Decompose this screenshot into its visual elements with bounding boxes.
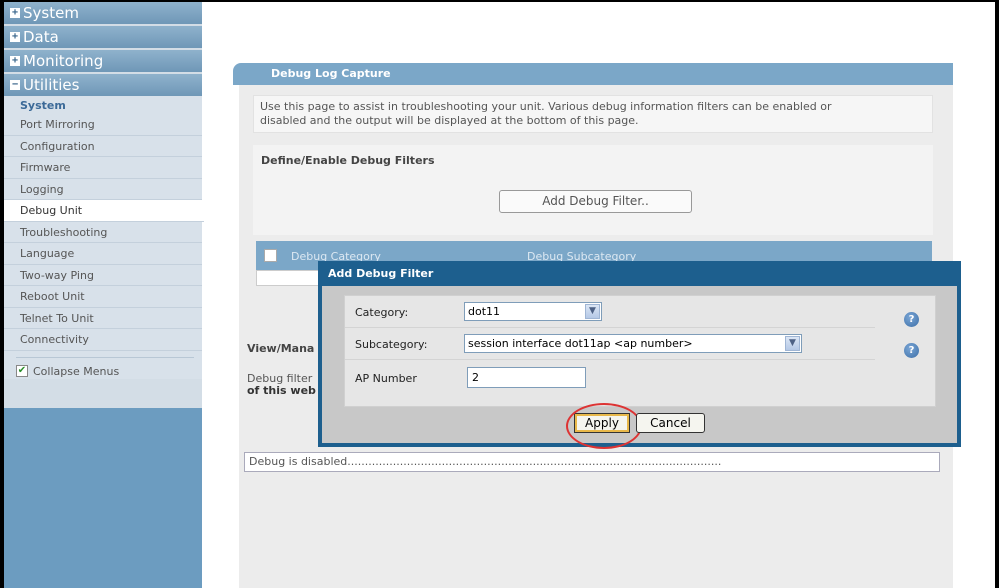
ap-number-label: AP Number — [355, 372, 417, 385]
highlight-circle-annotation — [566, 403, 642, 449]
nav-section-data[interactable]: + Data — [4, 26, 202, 48]
subcategory-select[interactable]: session interface dot11ap <ap number> ▼ — [464, 334, 802, 353]
debug-output-field[interactable]: Debug is disabled.......................… — [244, 452, 940, 472]
ap-number-input[interactable]: 2 — [467, 367, 586, 388]
chevron-down-icon[interactable]: ▼ — [785, 336, 800, 351]
help-icon[interactable]: ? — [904, 343, 919, 358]
sidebar-item-telnet-to-unit[interactable]: Telnet To Unit — [4, 308, 202, 329]
section-heading: Define/Enable Debug Filters — [261, 154, 435, 167]
sidebar-item-port-mirroring[interactable]: Port Mirroring — [4, 114, 202, 136]
table-row — [256, 270, 326, 286]
expand-icon: + — [10, 7, 20, 18]
add-debug-filter-button[interactable]: Add Debug Filter.. — [499, 190, 692, 213]
nav-section-label: Data — [23, 28, 59, 46]
sidebar-item-two-way-ping[interactable]: Two-way Ping — [4, 265, 202, 286]
sidebar: + System + Data + Monitoring − Utilities… — [4, 2, 204, 588]
checkmark-icon[interactable]: ✔ — [16, 365, 28, 377]
sidebar-item-logging[interactable]: Logging — [4, 179, 202, 200]
select-all-checkbox[interactable] — [264, 249, 277, 262]
help-icon[interactable]: ? — [904, 312, 919, 327]
panel-title: Debug Log Capture — [233, 63, 953, 85]
sidebar-item-firmware[interactable]: Firmware — [4, 157, 202, 179]
expand-icon: + — [10, 55, 20, 66]
view-manage-heading: View/Mana — [247, 342, 315, 355]
nav-subsection-system: System — [20, 99, 66, 112]
category-label: Category: — [355, 306, 409, 319]
nav-section-label: Utilities — [23, 76, 80, 94]
collapse-menus-label: Collapse Menus — [33, 364, 120, 378]
sidebar-item-connectivity[interactable]: Connectivity — [4, 329, 202, 351]
add-debug-filter-dialog: Add Debug Filter Category: dot11 ▼ Subca… — [318, 261, 961, 449]
category-select[interactable]: dot11 ▼ — [464, 302, 602, 321]
category-row: Category: dot11 ▼ — [345, 296, 875, 328]
debug-filter-description: Debug filter of this web — [247, 373, 322, 397]
dialog-title: Add Debug Filter — [322, 265, 957, 286]
sidebar-background — [4, 408, 202, 588]
chevron-down-icon[interactable]: ▼ — [585, 304, 600, 319]
collapse-menus-toggle[interactable]: ✔ Collapse Menus — [16, 356, 194, 379]
intro-line: disabled and the output will be displaye… — [260, 114, 639, 127]
subcategory-row: Subcategory: session interface dot11ap <… — [345, 328, 875, 360]
sidebar-item-language[interactable]: Language — [4, 243, 202, 265]
sidebar-item-reboot-unit[interactable]: Reboot Unit — [4, 286, 202, 308]
dialog-form: Category: dot11 ▼ Subcategory: session i… — [344, 295, 936, 407]
sidebar-item-configuration[interactable]: Configuration — [4, 136, 202, 157]
subcategory-label: Subcategory: — [355, 338, 428, 351]
sidebar-item-debug-unit[interactable]: Debug Unit — [4, 200, 204, 222]
nav-section-utilities-block: − Utilities System Port Mirroring Config… — [4, 74, 204, 379]
cancel-button[interactable]: Cancel — [636, 413, 705, 433]
nav-section-utilities[interactable]: − Utilities — [4, 74, 202, 96]
expand-icon: + — [10, 31, 20, 42]
category-value: dot11 — [468, 305, 501, 318]
nav-section-label: System — [23, 4, 79, 22]
subcategory-value: session interface dot11ap <ap number> — [468, 337, 693, 350]
ap-number-row: AP Number 2 — [345, 360, 875, 400]
collapse-icon: − — [10, 79, 20, 90]
window-frame-right — [995, 0, 999, 588]
sidebar-item-troubleshooting[interactable]: Troubleshooting — [4, 222, 202, 243]
nav-section-system[interactable]: + System — [4, 2, 202, 24]
nav-section-label: Monitoring — [23, 52, 104, 70]
define-filters-section: Define/Enable Debug Filters Add Debug Fi… — [253, 145, 933, 235]
description-line-bold: of this web — [247, 384, 316, 397]
intro-text: Use this page to assist in troubleshooti… — [253, 95, 933, 133]
nav-section-monitoring[interactable]: + Monitoring — [4, 50, 202, 72]
intro-line: Use this page to assist in troubleshooti… — [260, 100, 832, 113]
